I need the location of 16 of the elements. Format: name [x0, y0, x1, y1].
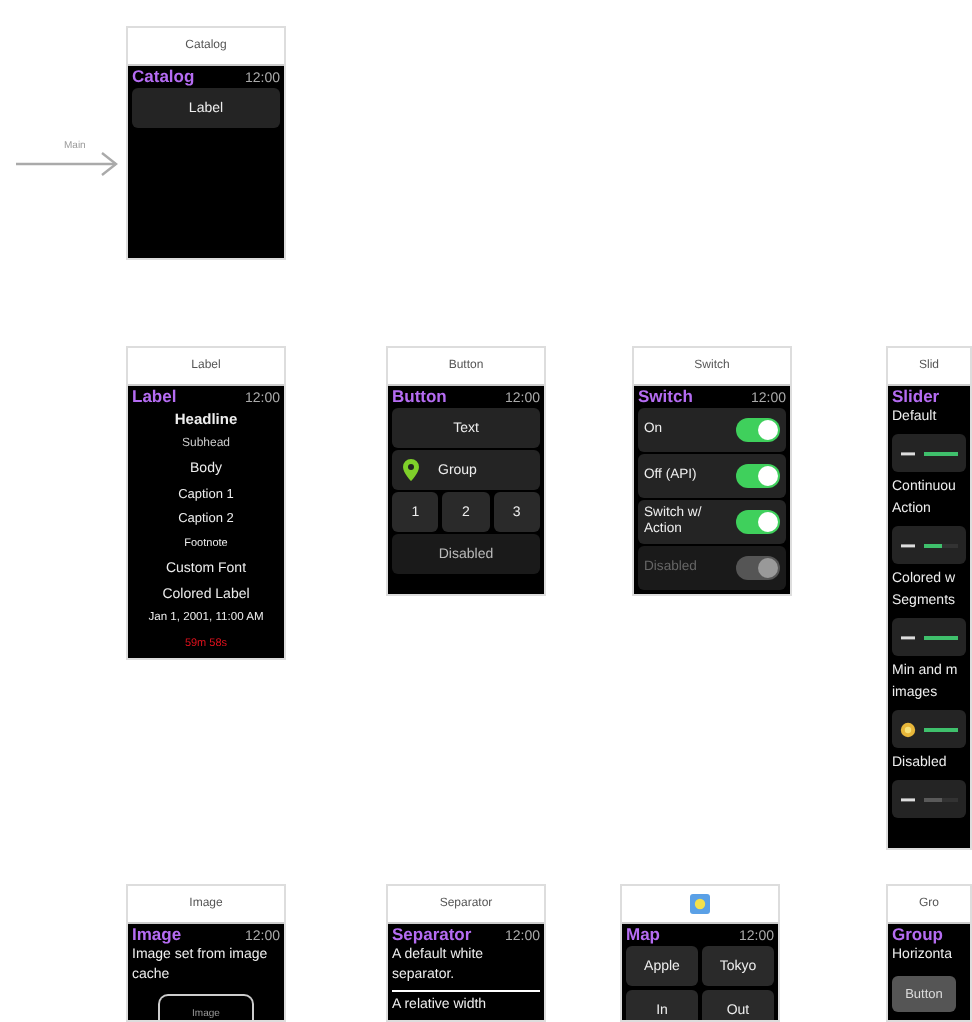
toggle-switch[interactable]: [736, 464, 780, 488]
scene-icon: [690, 894, 710, 914]
screen-title: Map: [626, 924, 660, 944]
screen-title: Catalog: [132, 66, 195, 86]
toggle-switch[interactable]: [736, 418, 780, 442]
screen-title: Group: [892, 924, 943, 944]
screen-title: Image: [132, 924, 182, 944]
screen-title: Slider: [892, 386, 940, 406]
screen-title: Separator: [392, 924, 472, 944]
sun-icon: [900, 721, 916, 737]
entry-arrow: [16, 152, 120, 176]
screen-title: Button: [392, 386, 447, 406]
screen-title: Label: [132, 386, 177, 406]
toggle-switch[interactable]: [736, 510, 780, 534]
pin-icon: [402, 458, 420, 482]
screen-title: Switch: [638, 386, 693, 406]
